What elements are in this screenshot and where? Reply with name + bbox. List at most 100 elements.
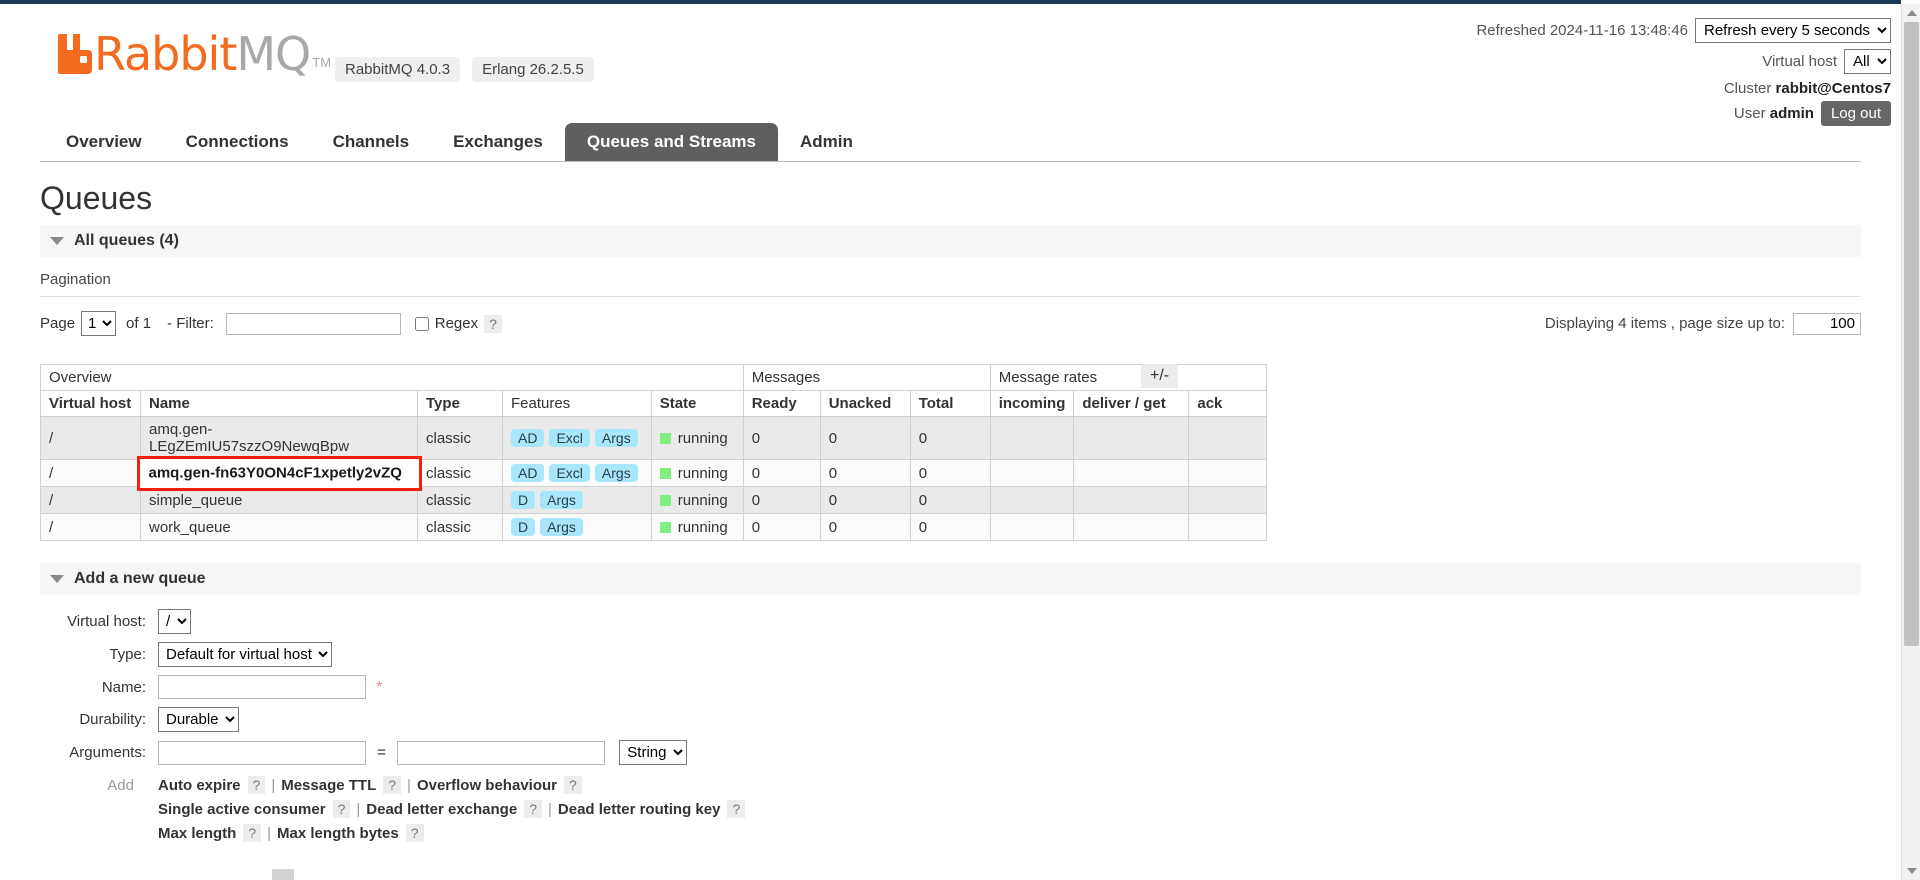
tab-overview[interactable]: Overview <box>44 123 164 161</box>
col-state[interactable]: State <box>650 390 744 417</box>
page-number-select[interactable]: 1 <box>81 311 117 336</box>
cell-unacked: 0 <box>819 486 911 514</box>
form-argument-value-input[interactable] <box>397 740 606 765</box>
vertical-scrollbar-thumb[interactable] <box>1904 22 1919 646</box>
cell-deliver-get <box>1073 416 1190 460</box>
tab-channels[interactable]: Channels <box>311 123 432 161</box>
help-icon[interactable]: ? <box>405 824 424 842</box>
col-features: Features <box>502 390 652 417</box>
col-unacked[interactable]: Unacked <box>819 390 911 417</box>
regex-label: Regex <box>434 315 479 332</box>
form-vhost-select[interactable]: / <box>158 609 191 634</box>
quick-argument-link[interactable]: Dead letter exchange <box>366 801 517 818</box>
rabbitmq-logo[interactable]: RabbitMQ TM <box>58 31 331 77</box>
cell-unacked: 0 <box>819 459 911 487</box>
quick-argument-link[interactable]: Max length <box>158 825 236 842</box>
table-column-header-row: Virtual host Name Type Features State Re… <box>40 390 1268 417</box>
col-ready[interactable]: Ready <box>742 390 821 417</box>
form-name-input[interactable] <box>158 675 366 699</box>
rabbitmq-version-pill: RabbitMQ 4.0.3 <box>335 57 461 82</box>
col-incoming[interactable]: incoming <box>989 390 1075 417</box>
help-icon[interactable]: ? <box>247 776 266 794</box>
regex-help-icon[interactable]: ? <box>484 314 502 333</box>
cell-virtual-host: / <box>40 459 141 487</box>
vhost-row: Virtual host All <box>1476 49 1891 74</box>
cell-queue-name[interactable]: work_queue <box>140 513 418 541</box>
feature-badge: D <box>511 518 536 536</box>
horizontal-scrollbar-thumb[interactable] <box>272 869 294 880</box>
feature-badge: Args <box>540 491 583 509</box>
cell-virtual-host: / <box>40 486 141 514</box>
cell-queue-name[interactable]: simple_queue <box>140 486 418 514</box>
refresh-interval-select[interactable]: Refresh every 5 seconds <box>1695 18 1891 43</box>
help-icon[interactable]: ? <box>332 800 351 818</box>
col-virtual-host[interactable]: Virtual host <box>40 390 141 417</box>
cell-ack <box>1188 513 1268 541</box>
col-name[interactable]: Name <box>140 390 418 417</box>
quick-argument-item: Dead letter routing key? <box>558 800 746 818</box>
help-icon[interactable]: ? <box>564 776 582 794</box>
table-row[interactable]: / simple_queue classic D Args running 0 0 0 <box>40 486 1268 514</box>
form-durability-select[interactable]: Durable <box>158 707 239 732</box>
col-total[interactable]: Total <box>909 390 991 417</box>
table-row[interactable]: / amq.gen-LEgZEmIU57szzO9NewqBpw classic AD… <box>40 416 1268 460</box>
toggle-columns-button[interactable]: +/- <box>1141 364 1179 388</box>
help-icon[interactable]: ? <box>243 824 262 842</box>
add-queue-section-header[interactable]: Add a new queue <box>40 563 1861 595</box>
cell-incoming <box>989 513 1075 541</box>
vertical-scrollbar[interactable] <box>1901 4 1920 880</box>
equals-sign: = <box>377 744 386 761</box>
form-argument-type-select[interactable]: String <box>619 740 688 765</box>
table-row[interactable]: / amq.gen-fn63Y0ON4cF1xpetly2vZQ classic AD… <box>40 459 1268 487</box>
rabbitmq-logo-icon <box>58 34 92 74</box>
help-icon[interactable]: ? <box>727 800 746 818</box>
scroll-down-arrow-icon[interactable] <box>1907 868 1917 874</box>
quick-argument-link[interactable]: Message TTL <box>281 777 376 794</box>
cell-queue-name[interactable]: amq.gen-LEgZEmIU57szzO9NewqBpw <box>140 416 418 460</box>
quick-argument-link[interactable]: Single active consumer <box>158 801 326 818</box>
cell-unacked: 0 <box>819 513 911 541</box>
filter-input[interactable] <box>225 312 401 335</box>
durability-field-label: Durability: <box>79 711 146 728</box>
help-icon[interactable]: ? <box>524 800 542 818</box>
app-header: RabbitMQ TM RabbitMQ 4.0.3 Erlang 26.2.5… <box>0 4 1901 126</box>
tab-connections[interactable]: Connections <box>164 123 311 161</box>
tab-queues-and-streams[interactable]: Queues and Streams <box>564 123 778 161</box>
feature-badge: AD <box>511 429 545 447</box>
all-queues-section-header[interactable]: All queues (4) <box>40 225 1861 257</box>
form-row-vhost: Virtual host: / <box>40 605 751 638</box>
state-indicator-icon <box>659 432 671 444</box>
cell-unacked: 0 <box>819 416 911 460</box>
form-argument-key-input[interactable] <box>158 740 366 765</box>
feature-badge: Excl <box>549 429 590 447</box>
tab-exchanges[interactable]: Exchanges <box>431 123 565 161</box>
table-row[interactable]: / work_queue classic D Args running 0 0 0 <box>40 513 1268 541</box>
quick-argument-link[interactable]: Overflow behaviour <box>417 777 557 794</box>
cell-state: running <box>650 416 744 460</box>
vhost-select[interactable]: All <box>1844 49 1891 74</box>
logout-button[interactable]: Log out <box>1820 101 1891 126</box>
page-size-input[interactable] <box>1793 312 1861 335</box>
header-right-panel: Refreshed 2024-11-16 13:48:46 Refresh ev… <box>1476 18 1891 126</box>
quick-argument-link[interactable]: Max length bytes <box>277 825 399 842</box>
add-argument-label[interactable]: Add <box>107 777 146 794</box>
form-type-select[interactable]: Default for virtual host <box>158 642 332 667</box>
quick-argument-item: Max length bytes? <box>277 824 424 842</box>
quick-argument-link[interactable]: Auto expire <box>158 777 241 794</box>
refresh-row: Refreshed 2024-11-16 13:48:46 Refresh ev… <box>1476 18 1891 43</box>
scroll-up-arrow-icon[interactable] <box>1907 10 1917 16</box>
cell-total: 0 <box>909 416 991 460</box>
horizontal-scrollbar[interactable] <box>0 869 1901 880</box>
col-type[interactable]: Type <box>417 390 503 417</box>
cell-queue-name[interactable]: amq.gen-fn63Y0ON4cF1xpetly2vZQ <box>140 459 418 487</box>
col-deliver-get[interactable]: deliver / get <box>1073 390 1190 417</box>
help-icon[interactable]: ? <box>383 776 402 794</box>
quick-argument-link[interactable]: Dead letter routing key <box>558 801 721 818</box>
main-navigation: Overview Connections Channels Exchanges … <box>40 122 1861 162</box>
tab-admin[interactable]: Admin <box>778 123 875 161</box>
col-ack[interactable]: ack <box>1188 390 1268 417</box>
cell-ready: 0 <box>742 416 821 460</box>
regex-checkbox[interactable] <box>414 316 429 331</box>
logo-text-rabbit: Rabbit <box>94 27 237 81</box>
required-asterisk: * <box>376 678 383 696</box>
